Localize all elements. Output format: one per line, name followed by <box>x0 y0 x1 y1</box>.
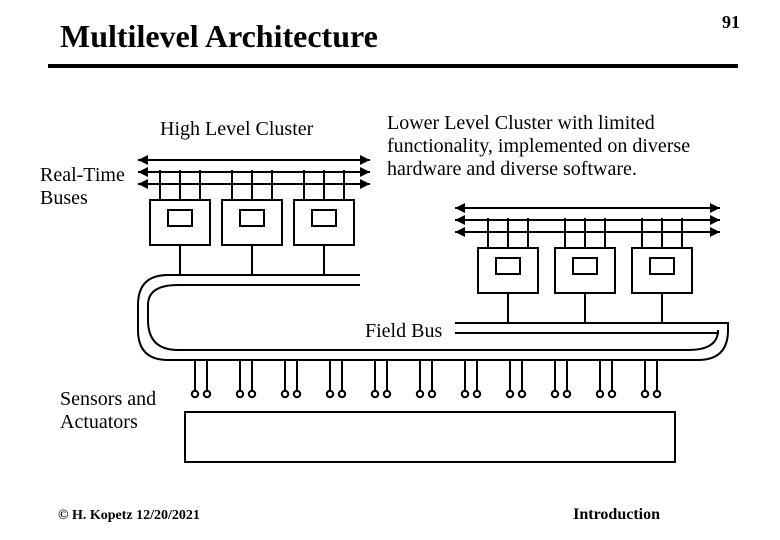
sensor-row <box>192 370 660 397</box>
left-cluster-bus <box>138 155 370 189</box>
right-node-1 <box>478 218 538 323</box>
right-node-2 <box>555 218 615 323</box>
right-cluster-bus <box>455 203 720 237</box>
left-node-3 <box>294 170 354 275</box>
slide: Multilevel Architecture 91 High Level Cl… <box>0 0 780 540</box>
sensor-risers <box>195 360 657 370</box>
right-node-3 <box>632 218 692 323</box>
architecture-diagram <box>0 0 780 540</box>
left-node-1 <box>150 170 210 275</box>
left-node-2 <box>222 170 282 275</box>
controlled-object-box <box>185 412 675 462</box>
